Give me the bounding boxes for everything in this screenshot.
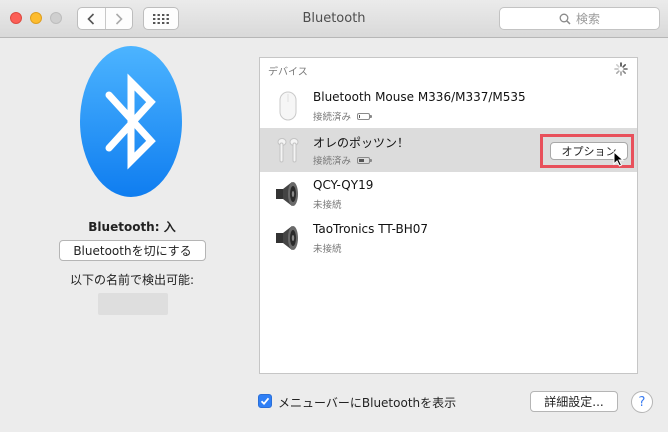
title-bar: Bluetooth 検索 [0, 0, 668, 38]
device-status: 未接続 [313, 241, 342, 255]
battery-level [359, 158, 364, 162]
device-list-header: デバイス [268, 67, 308, 78]
device-name-redacted [98, 293, 168, 315]
speaker-icon [276, 182, 298, 206]
device-status: 接続済み [313, 153, 373, 167]
options-highlight-box: オプション [540, 134, 634, 168]
device-status-text: 未接続 [313, 244, 342, 255]
checkmark-icon [260, 397, 270, 406]
battery-level [359, 114, 360, 118]
device-row[interactable]: QCY-QY19 未接続 [260, 172, 637, 216]
search-field[interactable]: 検索 [499, 7, 660, 30]
show-in-menu-bar-label[interactable]: メニューバーにBluetoothを表示 [278, 394, 456, 411]
search-icon [559, 13, 571, 25]
airpods-icon [277, 138, 299, 163]
search-placeholder: 検索 [575, 12, 600, 26]
help-button[interactable]: ? [631, 391, 653, 413]
device-status-text: 接続済み [313, 112, 352, 123]
device-name: Bluetooth Mouse M336/M337/M535 [313, 90, 526, 104]
device-list[interactable]: デバイス Bluetooth Mouse M336/M337/M535 接続済み [259, 57, 638, 374]
bluetooth-status: Bluetooth: 入 [88, 220, 176, 234]
device-status: 接続済み [313, 109, 373, 123]
bluetooth-toggle-button[interactable]: Bluetoothを切にする [59, 240, 206, 261]
device-row-selected[interactable]: オレのポッツン！ 接続済み オプション [260, 128, 637, 172]
device-name: TaoTronics TT-BH07 [313, 222, 428, 236]
device-status-text: 未接続 [313, 200, 342, 211]
mouse-cursor-icon [613, 151, 624, 167]
loading-spinner-icon [614, 62, 628, 76]
device-status-text: 接続済み [313, 156, 352, 167]
device-status: 未接続 [313, 197, 342, 211]
device-row[interactable]: Bluetooth Mouse M336/M337/M535 接続済み [260, 84, 637, 128]
battery-icon [357, 156, 373, 164]
device-name: QCY-QY19 [313, 178, 374, 192]
bluetooth-logo-icon [80, 46, 182, 197]
discoverable-label: 以下の名前で検出可能: [69, 273, 195, 287]
device-row[interactable]: TaoTronics TT-BH07 未接続 [260, 216, 637, 260]
advanced-settings-button[interactable]: 詳細設定... [530, 391, 618, 412]
show-in-menu-bar-checkbox[interactable] [258, 394, 272, 408]
battery-icon [357, 112, 373, 120]
device-name: オレのポッツン！ [313, 136, 410, 150]
speaker-icon [276, 226, 298, 250]
magic-mouse-icon [279, 91, 297, 121]
